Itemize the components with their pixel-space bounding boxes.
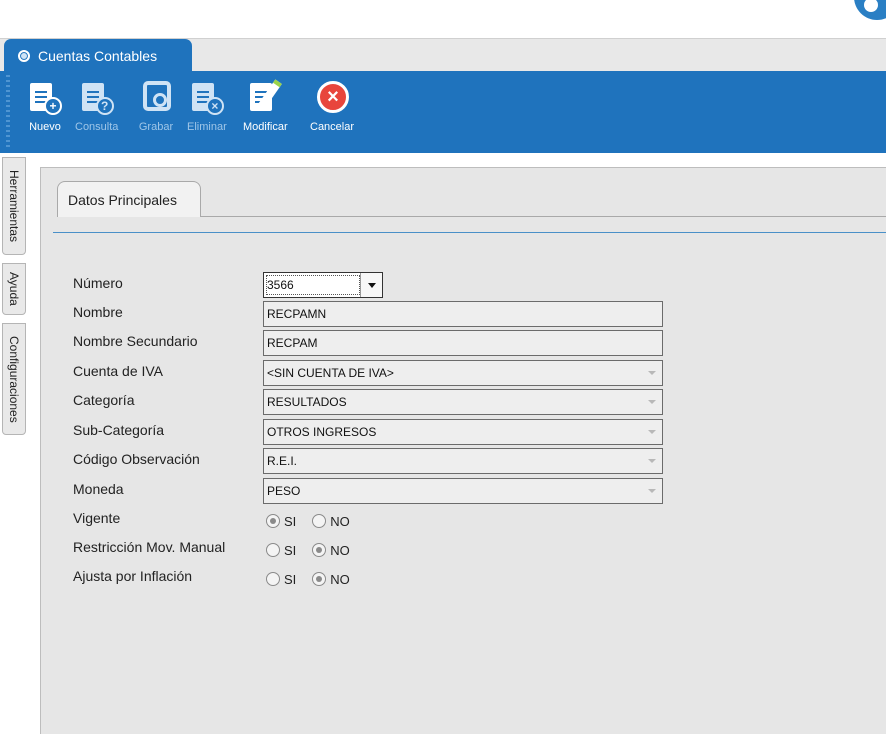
section-divider	[53, 232, 886, 233]
query-document-icon: ?	[78, 77, 116, 117]
ajusta-inflacion-radio-no[interactable]	[312, 572, 327, 586]
save-button[interactable]: Grabar	[137, 77, 175, 133]
side-tab-label: Configuraciones	[7, 335, 21, 423]
side-tab-configuraciones[interactable]: Configuraciones	[2, 323, 26, 435]
query-button-label: Consulta	[75, 121, 119, 133]
categoria-value: RESULTADOS	[267, 395, 347, 409]
new-button-label: Nuevo	[29, 121, 61, 133]
top-strip	[0, 0, 886, 38]
vigente-radio-no[interactable]	[312, 514, 327, 528]
window-tab-bar: Cuentas Contables	[0, 38, 886, 72]
chevron-down-icon[interactable]	[360, 273, 382, 297]
radio-label-no: NO	[330, 513, 350, 529]
form-panel: Datos Principales Número 3566 Nombre REC…	[40, 167, 886, 734]
cancel-button-label: Cancelar	[310, 121, 355, 133]
side-tab-herramientas[interactable]: Herramientas	[2, 157, 26, 255]
sub-categoria-select[interactable]: OTROS INGRESOS	[263, 419, 663, 445]
toolbar: + Nuevo ? Consulta Grabar × Eliminar Mod…	[0, 71, 886, 153]
restriccion-radio-si[interactable]	[266, 543, 280, 557]
window-tab-label: Cuentas Contables	[38, 47, 158, 64]
vigente-radio-si[interactable]	[266, 514, 280, 528]
tab-datos-principales[interactable]: Datos Principales	[57, 181, 201, 217]
tab-datos-principales-label: Datos Principales	[68, 191, 177, 208]
new-button[interactable]: + Nuevo	[26, 77, 64, 133]
codigo-observacion-label: Código Observación	[73, 451, 200, 467]
chevron-down-icon	[648, 489, 656, 493]
cancel-icon: ×	[313, 77, 351, 117]
nombre-secundario-label: Nombre Secundario	[73, 333, 198, 349]
restriccion-radio-no[interactable]	[312, 543, 327, 557]
radio-label-si: SI	[284, 513, 297, 529]
window-tab-cuentas-contables[interactable]: Cuentas Contables	[4, 39, 192, 72]
restriccion-label: Restricción Mov. Manual	[73, 539, 226, 555]
window-tab-icon	[18, 49, 30, 62]
cuenta-iva-value: <SIN CUENTA DE IVA>	[267, 366, 394, 380]
sub-categoria-label: Sub-Categoría	[73, 422, 165, 438]
nombre-label: Nombre	[73, 304, 123, 320]
app-logo-icon	[854, 0, 886, 20]
sub-categoria-value: OTROS INGRESOS	[267, 425, 377, 439]
focus-rectangle	[266, 275, 360, 295]
moneda-select[interactable]: PESO	[263, 478, 663, 504]
moneda-label: Moneda	[73, 481, 124, 497]
radio-label-si: SI	[284, 542, 297, 558]
side-tab-label: Ayuda	[7, 272, 21, 306]
tab-baseline	[200, 216, 886, 217]
numero-combobox[interactable]: 3566	[263, 272, 383, 298]
nombre-field[interactable]: RECPAMN	[263, 301, 663, 327]
toolbar-grip[interactable]	[6, 75, 10, 147]
codigo-observacion-select[interactable]: R.E.I.	[263, 448, 663, 474]
delete-button-label: Eliminar	[187, 121, 227, 133]
categoria-label: Categoría	[73, 392, 135, 408]
delete-document-icon: ×	[188, 77, 226, 117]
restriccion-radio-group: SI NO	[266, 540, 366, 560]
cuenta-iva-select[interactable]: <SIN CUENTA DE IVA>	[263, 360, 663, 386]
cuenta-iva-label: Cuenta de IVA	[73, 363, 164, 379]
cancel-button[interactable]: × Cancelar	[310, 77, 354, 133]
ajusta-inflacion-radio-si[interactable]	[266, 572, 280, 586]
content-area: Datos Principales Número 3566 Nombre REC…	[28, 153, 886, 734]
nombre-secundario-value: RECPAM	[267, 336, 318, 350]
save-icon	[137, 77, 175, 117]
edit-button-label: Modificar	[243, 121, 288, 133]
radio-label-no: NO	[330, 571, 350, 587]
codigo-observacion-value: R.E.I.	[267, 454, 298, 468]
chevron-down-icon	[648, 459, 656, 463]
chevron-down-icon	[648, 371, 656, 375]
save-button-label: Grabar	[138, 121, 174, 133]
radio-label-si: SI	[284, 571, 297, 587]
delete-button[interactable]: × Eliminar	[187, 77, 227, 133]
vigente-radio-group: SI NO	[266, 511, 366, 531]
edit-document-icon	[246, 77, 284, 117]
vigente-label: Vigente	[73, 510, 121, 526]
categoria-select[interactable]: RESULTADOS	[263, 389, 663, 415]
numero-label: Número	[73, 275, 123, 291]
ajusta-inflacion-radio-group: SI NO	[266, 569, 366, 589]
query-button[interactable]: ? Consulta	[75, 77, 118, 133]
moneda-value: PESO	[267, 484, 301, 498]
nombre-value: RECPAMN	[267, 307, 327, 321]
nombre-secundario-field[interactable]: RECPAM	[263, 330, 663, 356]
edit-button[interactable]: Modificar	[243, 77, 288, 133]
side-tab-strip: Herramientas Ayuda Configuraciones	[0, 153, 28, 734]
side-tab-label: Herramientas	[7, 169, 21, 243]
ajusta-inflacion-label: Ajusta por Inflación	[73, 568, 193, 584]
chevron-down-icon	[648, 400, 656, 404]
new-document-icon: +	[26, 77, 64, 117]
radio-label-no: NO	[330, 542, 350, 558]
side-tab-ayuda[interactable]: Ayuda	[2, 263, 26, 315]
chevron-down-icon	[648, 430, 656, 434]
